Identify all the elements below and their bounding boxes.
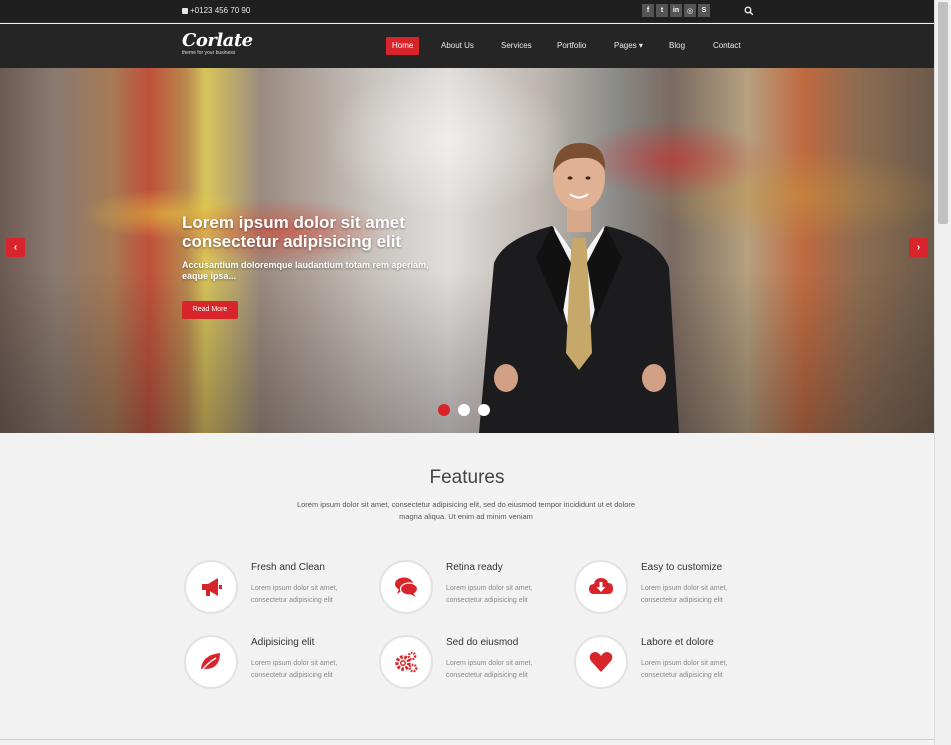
hero-person-image: [479, 143, 679, 433]
feature-title: Labore et dolore: [641, 637, 714, 648]
feature-icon-circle: [574, 635, 628, 689]
feature-title: Adipisicing elit: [251, 637, 315, 648]
nav-about-us[interactable]: About Us: [441, 37, 474, 55]
cloud-download-icon: [589, 578, 613, 594]
features-title: Features: [429, 467, 505, 488]
slider-prev-button[interactable]: ‹: [6, 238, 25, 257]
feature-title: Retina ready: [446, 562, 503, 573]
feature-title: Easy to customize: [641, 562, 723, 573]
feature-item: Labore et dolore Lorem ipsum dolor sit a…: [574, 635, 764, 691]
social-links: f t in ◎ S: [642, 4, 710, 17]
feature-item: Retina ready Lorem ipsum dolor sit amet,…: [379, 560, 569, 616]
feature-icon-circle: [379, 635, 433, 689]
slider-next-button[interactable]: ›: [909, 238, 928, 257]
page: +0123 456 70 90 f t in ◎ S Corlate theme…: [0, 0, 934, 745]
feature-text: Lorem ipsum dolor sit amet, consectetur …: [641, 660, 728, 679]
slider-dot-1[interactable]: [438, 404, 450, 416]
megaphone-icon: [202, 578, 222, 596]
slider-indicators: [438, 404, 490, 416]
facebook-icon[interactable]: f: [642, 4, 654, 17]
feature-item: Sed do eiusmod Lorem ipsum dolor sit ame…: [379, 635, 569, 691]
phone-number: +0123 456 70 90: [190, 6, 251, 15]
heart-icon: [589, 652, 613, 672]
nav-pages-dropdown[interactable]: Pages ▾: [614, 37, 643, 55]
nav-portfolio[interactable]: Portfolio: [557, 37, 586, 55]
chevron-left-icon: ‹: [13, 242, 18, 253]
logo-text: Corlate: [182, 30, 253, 51]
hero-title: Lorem ipsum dolor sit amet consectetur a…: [182, 213, 405, 251]
features-section: Features Lorem ipsum dolor sit amet, con…: [0, 433, 934, 745]
read-more-button[interactable]: Read More: [182, 301, 238, 319]
feature-item: Easy to customize Lorem ipsum dolor sit …: [574, 560, 764, 616]
logo[interactable]: Corlate theme for your business: [182, 30, 253, 57]
feature-icon-circle: [379, 560, 433, 614]
nav-home[interactable]: Home: [386, 37, 420, 55]
twitter-icon[interactable]: t: [656, 4, 668, 17]
hero-background-image: [0, 68, 934, 433]
nav-blog[interactable]: Blog: [669, 37, 685, 55]
leaf-icon: [199, 653, 220, 674]
feature-title: Fresh and Clean: [251, 562, 325, 573]
features-description: Lorem ipsum dolor sit amet, consectetur …: [296, 500, 636, 521]
feature-item: Fresh and Clean Lorem ipsum dolor sit am…: [184, 560, 374, 616]
hero-slider: Lorem ipsum dolor sit amet consectetur a…: [0, 68, 934, 433]
slider-dot-3[interactable]: [478, 404, 490, 416]
feature-icon-circle: [184, 560, 238, 614]
feature-text: Lorem ipsum dolor sit amet, consectetur …: [251, 660, 338, 679]
page-scrollbar[interactable]: [934, 0, 951, 745]
dribbble-icon[interactable]: ◎: [684, 4, 696, 17]
top-bar: +0123 456 70 90 f t in ◎ S: [0, 0, 934, 23]
section-divider: [0, 739, 934, 740]
feature-text: Lorem ipsum dolor sit amet, consectetur …: [446, 660, 533, 679]
feature-text: Lorem ipsum dolor sit amet, consectetur …: [251, 585, 338, 604]
skype-icon[interactable]: S: [698, 4, 710, 17]
gears-icon: [395, 651, 418, 673]
comments-icon: [395, 577, 419, 597]
search-icon[interactable]: [744, 6, 754, 16]
feature-text: Lorem ipsum dolor sit amet, consectetur …: [446, 585, 533, 604]
feature-item: Adipisicing elit Lorem ipsum dolor sit a…: [184, 635, 374, 691]
chevron-right-icon: ›: [916, 242, 921, 253]
nav-contact[interactable]: Contact: [713, 37, 741, 55]
hero-subtitle: Accusantium doloremque laudantium totam …: [182, 260, 429, 281]
nav-services[interactable]: Services: [501, 37, 532, 55]
feature-title: Sed do eiusmod: [446, 637, 519, 648]
slider-dot-2[interactable]: [458, 404, 470, 416]
phone-icon: [182, 7, 188, 14]
feature-text: Lorem ipsum dolor sit amet, consectetur …: [641, 585, 728, 604]
phone-contact: +0123 456 70 90: [182, 6, 250, 15]
scrollbar-thumb[interactable]: [938, 2, 948, 224]
linkedin-icon[interactable]: in: [670, 4, 682, 17]
feature-icon-circle: [184, 635, 238, 689]
main-navbar: Corlate theme for your business Home Abo…: [0, 24, 934, 68]
feature-icon-circle: [574, 560, 628, 614]
